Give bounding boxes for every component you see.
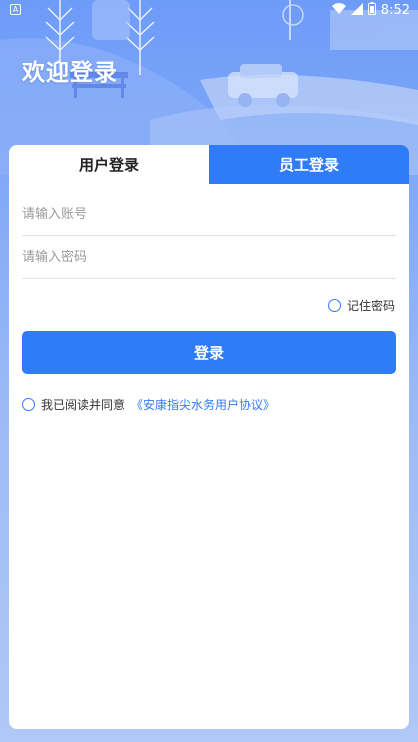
agreement-row: 我已阅读并同意 《安康指尖水务用户协议》 [22, 396, 275, 413]
tab-staff-login[interactable]: 员工登录 [209, 145, 409, 184]
login-button[interactable]: 登录 [22, 331, 396, 374]
tab-user-login[interactable]: 用户登录 [9, 145, 209, 184]
status-time: 8:52 [380, 3, 410, 18]
status-bar: A 8:52 [0, 0, 418, 22]
password-field [22, 236, 396, 279]
login-tabs: 用户登录 员工登录 [9, 145, 409, 184]
remember-password[interactable]: 记住密码 [327, 297, 395, 314]
agreement-prefix: 我已阅读并同意 [41, 398, 126, 412]
wifi-icon [331, 2, 346, 19]
agreement-link[interactable]: 《安康指尖水务用户协议》 [131, 396, 275, 413]
page-title: 欢迎登录 [22, 60, 118, 86]
account-field [22, 193, 396, 236]
agreement-radio-icon[interactable] [22, 398, 35, 411]
remember-label: 记住密码 [346, 299, 395, 313]
notification-icon: A [10, 4, 21, 15]
account-input[interactable] [22, 193, 396, 235]
password-input[interactable] [22, 236, 396, 278]
login-card: 用户登录 员工登录 记住密码 登录 我已阅读并同意《安康指尖水务用户协议》 [9, 145, 409, 729]
battery-icon [367, 2, 376, 19]
cellular-icon [350, 2, 363, 19]
remember-radio-icon[interactable] [327, 299, 341, 312]
